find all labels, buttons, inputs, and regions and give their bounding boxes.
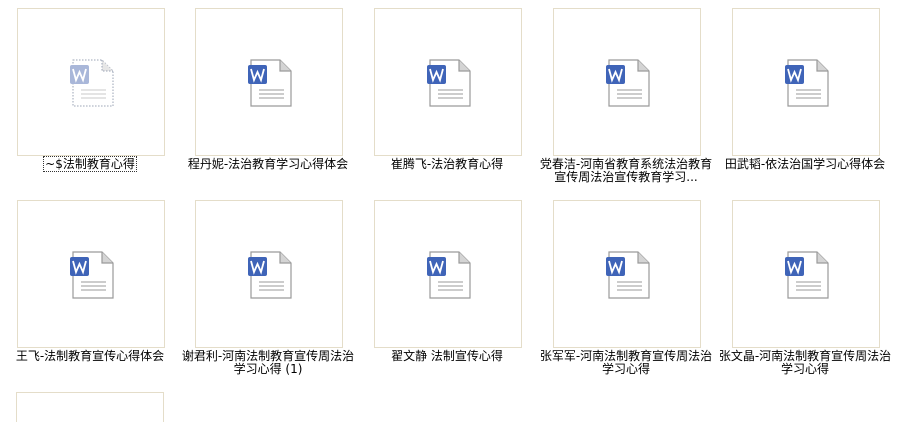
wps-doc-icon — [606, 59, 650, 107]
file-grid: ~$法制教育心得 程丹妮-法治教育学习心得体会 崔腾飞-法治教育心得 党春洁-河… — [0, 0, 910, 422]
wps-doc-icon — [70, 251, 114, 299]
wps-doc-icon — [427, 59, 471, 107]
file-item[interactable]: 张军军-河南法制教育宣传周法治学习心得 — [537, 200, 715, 390]
file-thumbnail-partial[interactable] — [16, 392, 164, 422]
file-name[interactable]: 党春洁-河南省教育系统法治教育宣传周法治宣传教育学习... — [537, 158, 715, 184]
wps-doc-icon — [785, 251, 829, 299]
file-name[interactable]: 翟文静 法制宣传心得 — [358, 350, 536, 363]
wps-doc-icon — [248, 251, 292, 299]
file-item[interactable]: 谢君利-河南法制教育宣传周法治学习心得 (1) — [179, 200, 357, 390]
file-name[interactable]: 崔腾飞-法治教育心得 — [358, 158, 536, 171]
file-thumbnail[interactable] — [17, 200, 165, 348]
file-thumbnail[interactable] — [732, 200, 880, 348]
file-item[interactable]: 田武韬-依法治国学习心得体会 — [716, 8, 894, 198]
file-item[interactable]: 王飞-法制教育宣传心得体会 — [1, 200, 179, 390]
file-item[interactable]: 张文晶-河南法制教育宣传周法治学习心得 — [716, 200, 894, 390]
file-name[interactable]: ~$法制教育心得 — [1, 156, 179, 172]
file-item[interactable]: 党春洁-河南省教育系统法治教育宣传周法治宣传教育学习... — [537, 8, 715, 198]
file-thumbnail[interactable] — [374, 8, 522, 156]
doc-temp-icon — [70, 59, 114, 107]
file-name[interactable]: 谢君利-河南法制教育宣传周法治学习心得 (1) — [179, 350, 357, 376]
file-name[interactable]: 田武韬-依法治国学习心得体会 — [716, 158, 894, 171]
wps-doc-icon — [427, 251, 471, 299]
file-item[interactable]: ~$法制教育心得 — [1, 8, 179, 198]
file-thumbnail[interactable] — [374, 200, 522, 348]
wps-doc-icon — [606, 251, 650, 299]
file-thumbnail[interactable] — [553, 200, 701, 348]
file-thumbnail[interactable] — [17, 8, 165, 156]
file-item[interactable]: 翟文静 法制宣传心得 — [358, 200, 536, 390]
wps-doc-icon — [785, 59, 829, 107]
file-thumbnail[interactable] — [195, 200, 343, 348]
file-name[interactable]: 王飞-法制教育宣传心得体会 — [1, 350, 179, 363]
file-thumbnail[interactable] — [732, 8, 880, 156]
file-item[interactable]: 程丹妮-法治教育学习心得体会 — [179, 8, 357, 198]
file-name[interactable]: 程丹妮-法治教育学习心得体会 — [179, 158, 357, 171]
file-thumbnail[interactable] — [195, 8, 343, 156]
file-name[interactable]: 张文晶-河南法制教育宣传周法治学习心得 — [716, 350, 894, 376]
file-name[interactable]: 张军军-河南法制教育宣传周法治学习心得 — [537, 350, 715, 376]
file-thumbnail[interactable] — [553, 8, 701, 156]
file-item[interactable]: 崔腾飞-法治教育心得 — [358, 8, 536, 198]
wps-doc-icon — [248, 59, 292, 107]
